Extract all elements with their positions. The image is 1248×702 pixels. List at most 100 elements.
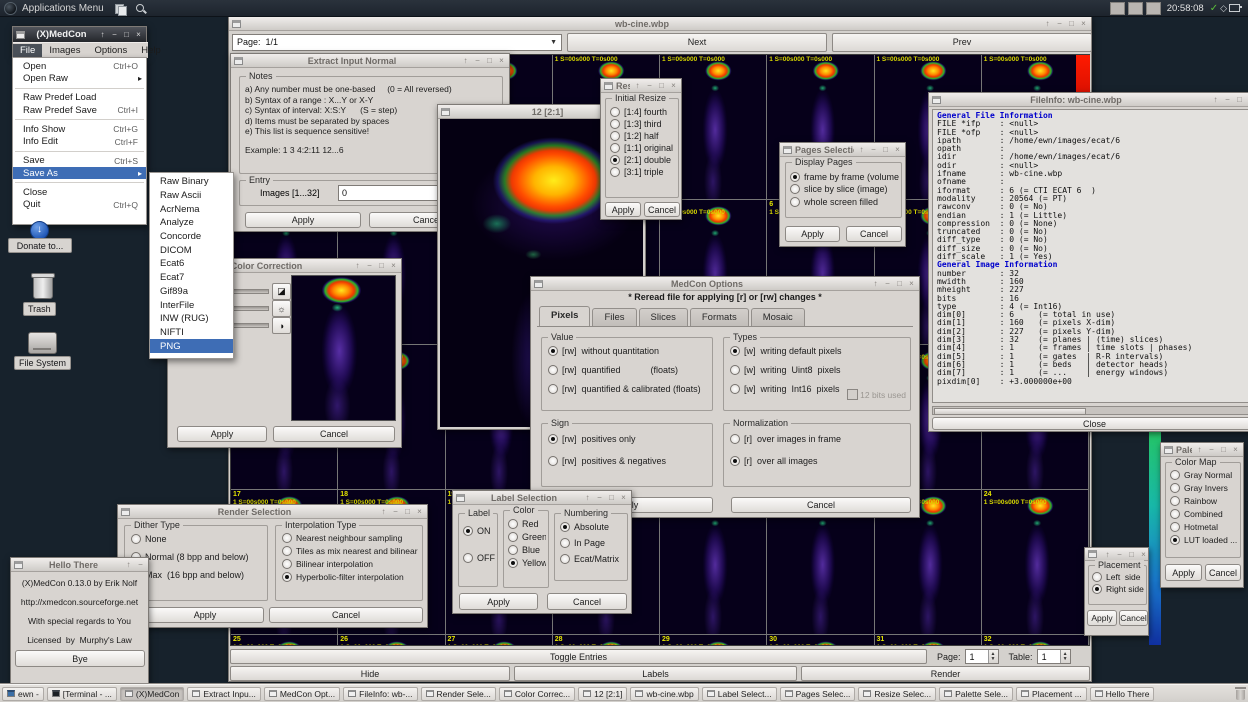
taskbar-item[interactable]: Render Sele... bbox=[421, 687, 496, 701]
menubar-item[interactable]: File bbox=[13, 44, 42, 57]
minimize-button[interactable] bbox=[869, 144, 878, 155]
apply-button[interactable]: Apply bbox=[459, 593, 538, 610]
fileinfo-close-button[interactable]: Close bbox=[932, 417, 1248, 430]
saveas-item[interactable]: NIFTI bbox=[150, 326, 233, 340]
pet-image-tile[interactable]: 31 1 S=00s000 T=0s000 bbox=[875, 635, 982, 646]
maximize-button[interactable] bbox=[403, 506, 412, 517]
radio-icon[interactable] bbox=[282, 546, 292, 556]
shade-button[interactable] bbox=[1211, 94, 1220, 105]
pages-option[interactable]: frame by frame (volume) bbox=[790, 172, 899, 182]
window-icon[interactable] bbox=[14, 561, 23, 569]
dither-option[interactable]: Max (16 bpp and below) bbox=[131, 570, 265, 580]
cancel-button[interactable]: Cancel bbox=[273, 426, 395, 442]
maximize-button[interactable] bbox=[607, 492, 616, 503]
trash-applet-icon[interactable] bbox=[1235, 687, 1246, 700]
tray-window-1[interactable] bbox=[1110, 2, 1125, 15]
maximize-button[interactable] bbox=[895, 278, 904, 289]
pet-image-tile[interactable]: 27 1 S=00s000 T=0s000 bbox=[446, 635, 553, 646]
shade-button[interactable] bbox=[1103, 549, 1112, 560]
pet-image-tile[interactable]: 28 1 S=00s000 T=0s000 bbox=[553, 635, 660, 646]
palette-option[interactable]: LUT loaded ... bbox=[1170, 535, 1238, 545]
cancel-button[interactable]: Cancel bbox=[1119, 610, 1148, 626]
menu-item[interactable]: Raw Predef Load bbox=[13, 92, 146, 104]
radio-icon[interactable] bbox=[548, 434, 558, 444]
close-button[interactable] bbox=[907, 278, 916, 289]
window-icon[interactable] bbox=[16, 31, 25, 39]
palette-option[interactable]: Combined bbox=[1170, 509, 1238, 519]
window-icon[interactable] bbox=[932, 96, 941, 104]
table-spinner[interactable]: 1 ▲▼ bbox=[1037, 649, 1071, 664]
resize-option[interactable]: [1:3] third bbox=[610, 119, 676, 129]
saveas-item[interactable]: InterFile bbox=[150, 298, 233, 312]
numbering-option[interactable]: Absolute bbox=[560, 522, 625, 532]
apply-button[interactable]: Apply bbox=[605, 202, 641, 217]
xmedcon-titlebar[interactable]: (X)MedCon bbox=[13, 27, 146, 43]
minimize-button[interactable] bbox=[110, 29, 119, 40]
close-button[interactable] bbox=[1139, 549, 1148, 560]
brightness-icon-button[interactable]: ☼ bbox=[272, 300, 291, 317]
saveas-item[interactable]: AcrNema bbox=[150, 202, 233, 216]
taskbar-item[interactable]: Resize Selec... bbox=[858, 687, 936, 701]
radio-icon[interactable] bbox=[131, 534, 141, 544]
radio-icon[interactable] bbox=[730, 434, 740, 444]
window-icon[interactable] bbox=[121, 508, 130, 516]
taskbar-item[interactable]: (X)MedCon bbox=[120, 687, 184, 701]
apply-button[interactable]: Apply bbox=[785, 226, 840, 242]
close-button[interactable] bbox=[893, 144, 902, 155]
taskbar-item[interactable]: wb-cine.wbp bbox=[630, 687, 698, 701]
cancel-button[interactable]: Cancel bbox=[846, 226, 902, 242]
palette-option[interactable]: Hotmetal bbox=[1170, 522, 1238, 532]
placement-option[interactable]: Right side bbox=[1092, 584, 1145, 594]
window-icon[interactable] bbox=[234, 57, 243, 65]
fileinfo-hscrollbar[interactable] bbox=[932, 406, 1248, 415]
radio-icon[interactable] bbox=[790, 184, 800, 194]
tab[interactable]: Formats bbox=[690, 308, 749, 326]
radio-icon[interactable] bbox=[790, 197, 800, 207]
next-button[interactable]: Next bbox=[567, 33, 827, 52]
value-option[interactable]: [rw] without quantitation bbox=[548, 346, 710, 356]
taskbar-item[interactable]: Hello There bbox=[1090, 687, 1155, 701]
tab[interactable]: Mosaic bbox=[751, 308, 805, 326]
radio-icon[interactable] bbox=[508, 558, 518, 568]
window-icon[interactable] bbox=[783, 146, 792, 154]
types-option[interactable]: [w] writing Uint8 pixels bbox=[730, 365, 908, 375]
menu-item[interactable]: Save As bbox=[13, 167, 146, 179]
radio-icon[interactable] bbox=[610, 155, 620, 165]
fileinfo-titlebar[interactable]: FileInfo: wb-cine.wbp bbox=[929, 93, 1248, 107]
menubar-item[interactable]: Help bbox=[134, 44, 168, 57]
window-icon[interactable] bbox=[604, 82, 613, 90]
saveas-item[interactable]: Gif89a bbox=[150, 285, 233, 299]
maximize-button[interactable] bbox=[1067, 18, 1076, 29]
minimize-button[interactable] bbox=[1055, 18, 1064, 29]
donate-button[interactable]: Donate to... bbox=[8, 238, 72, 253]
resize-titlebar[interactable]: Resize Selection bbox=[601, 79, 681, 93]
window-icon[interactable] bbox=[1164, 446, 1173, 454]
radio-icon[interactable] bbox=[610, 167, 620, 177]
hello-titlebar[interactable]: Hello There bbox=[11, 558, 148, 572]
radio-icon[interactable] bbox=[548, 365, 558, 375]
palette-option[interactable]: Rainbow bbox=[1170, 496, 1238, 506]
palette-option[interactable]: Gray Normal bbox=[1170, 470, 1238, 480]
numbering-option[interactable]: In Page bbox=[560, 538, 625, 548]
radio-icon[interactable] bbox=[610, 119, 620, 129]
taskbar-item[interactable]: Label Select... bbox=[702, 687, 777, 701]
resize-option[interactable]: [1:2] half bbox=[610, 131, 676, 141]
menu-item[interactable] bbox=[15, 119, 144, 120]
taskbar-item[interactable]: FileInfo: wb-... bbox=[343, 687, 417, 701]
apply-button[interactable]: Apply bbox=[177, 426, 267, 442]
saveas-item[interactable]: DICOM bbox=[150, 243, 233, 257]
palette-titlebar[interactable]: Palette Selection bbox=[1161, 443, 1243, 457]
maximize-button[interactable] bbox=[485, 55, 494, 66]
apply-button[interactable]: Apply bbox=[245, 212, 361, 228]
normalization-option[interactable]: [r] over all images bbox=[730, 456, 908, 466]
saveas-item[interactable]: Raw Ascii bbox=[150, 189, 233, 203]
label-selection-titlebar[interactable]: Label Selection bbox=[453, 491, 631, 505]
taskbar-item[interactable]: 12 [2:1] bbox=[578, 687, 627, 701]
pet-image-tile[interactable]: 26 1 S=00s000 T=0s000 bbox=[338, 635, 445, 646]
pet-image-tile[interactable]: 24 1 S=00s000 T=0s000 bbox=[982, 490, 1089, 635]
radio-icon[interactable] bbox=[560, 538, 570, 548]
menu-item[interactable]: Info Edit Ctrl+F bbox=[13, 135, 146, 147]
resize-option[interactable]: [2:1] double bbox=[610, 155, 676, 165]
gamma-icon-button[interactable]: ◪ bbox=[272, 283, 291, 300]
cancel-button[interactable]: Cancel bbox=[644, 202, 680, 217]
